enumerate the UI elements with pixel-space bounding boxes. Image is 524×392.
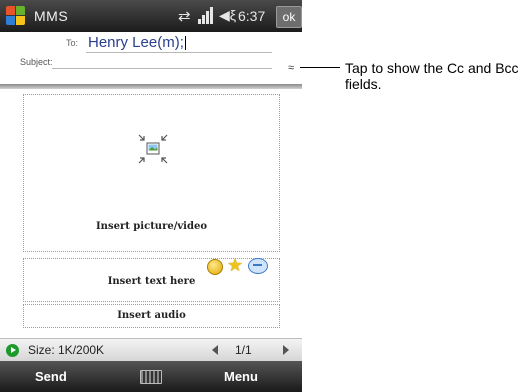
to-field-underline [86,52,272,53]
windows-start-icon[interactable] [6,6,26,26]
title-bar: MMS ⇄ ◀ξ 6:37 ok [0,0,302,32]
callout-text: Tap to show the Cc and Bcc fields. [345,60,519,92]
message-size: Size: 1K/200K [28,343,105,357]
app-title: MMS [34,8,69,24]
header-separator [0,84,302,89]
signal-strength-icon[interactable] [198,6,214,24]
next-slide-icon[interactable] [283,345,289,355]
ok-button[interactable]: ok [276,6,302,28]
picture-placeholder-icon [138,134,168,164]
insert-picture-video-label: Insert picture/video [96,221,207,232]
send-softkey[interactable]: Send [35,369,67,384]
show-cc-bcc-button[interactable]: ≈ [285,63,297,74]
menu-softkey[interactable]: Menu [224,369,258,384]
smiley-icon[interactable] [207,259,223,275]
subject-label: Subject: [20,57,53,67]
to-label: To: [66,38,79,48]
insert-audio-slot[interactable]: Insert audio [23,304,280,328]
to-field-value: Henry Lee(m); [88,34,184,51]
keyboard-icon[interactable] [140,370,162,384]
speech-bubble-icon[interactable] [248,258,268,274]
text-caret [184,36,186,51]
mms-compose-screen: MMS ⇄ ◀ξ 6:37 ok To: Henry Lee(m); Subje… [0,0,302,392]
subject-field[interactable] [52,68,272,69]
previous-slide-icon[interactable] [212,345,218,355]
insert-text-label: Insert text here [107,276,196,287]
play-icon[interactable] [6,344,19,357]
callout-leader-line [300,67,340,68]
insert-audio-label: Insert audio [117,310,186,321]
sync-arrows-icon[interactable]: ⇄ [178,7,191,25]
star-icon[interactable]: ★ [227,256,243,274]
insert-text-slot[interactable]: Insert text here ★ [23,256,280,302]
to-field[interactable]: Henry Lee(m); [88,34,186,51]
insert-picture-video-slot[interactable]: Insert picture/video [23,94,280,252]
softkey-bar: Send Menu [0,361,302,392]
message-status-bar: Size: 1K/200K 1/1 [0,338,302,361]
speaker-icon[interactable]: ◀ξ [219,7,236,24]
slide-page-indicator: 1/1 [235,343,252,357]
clock[interactable]: 6:37 [238,8,265,24]
